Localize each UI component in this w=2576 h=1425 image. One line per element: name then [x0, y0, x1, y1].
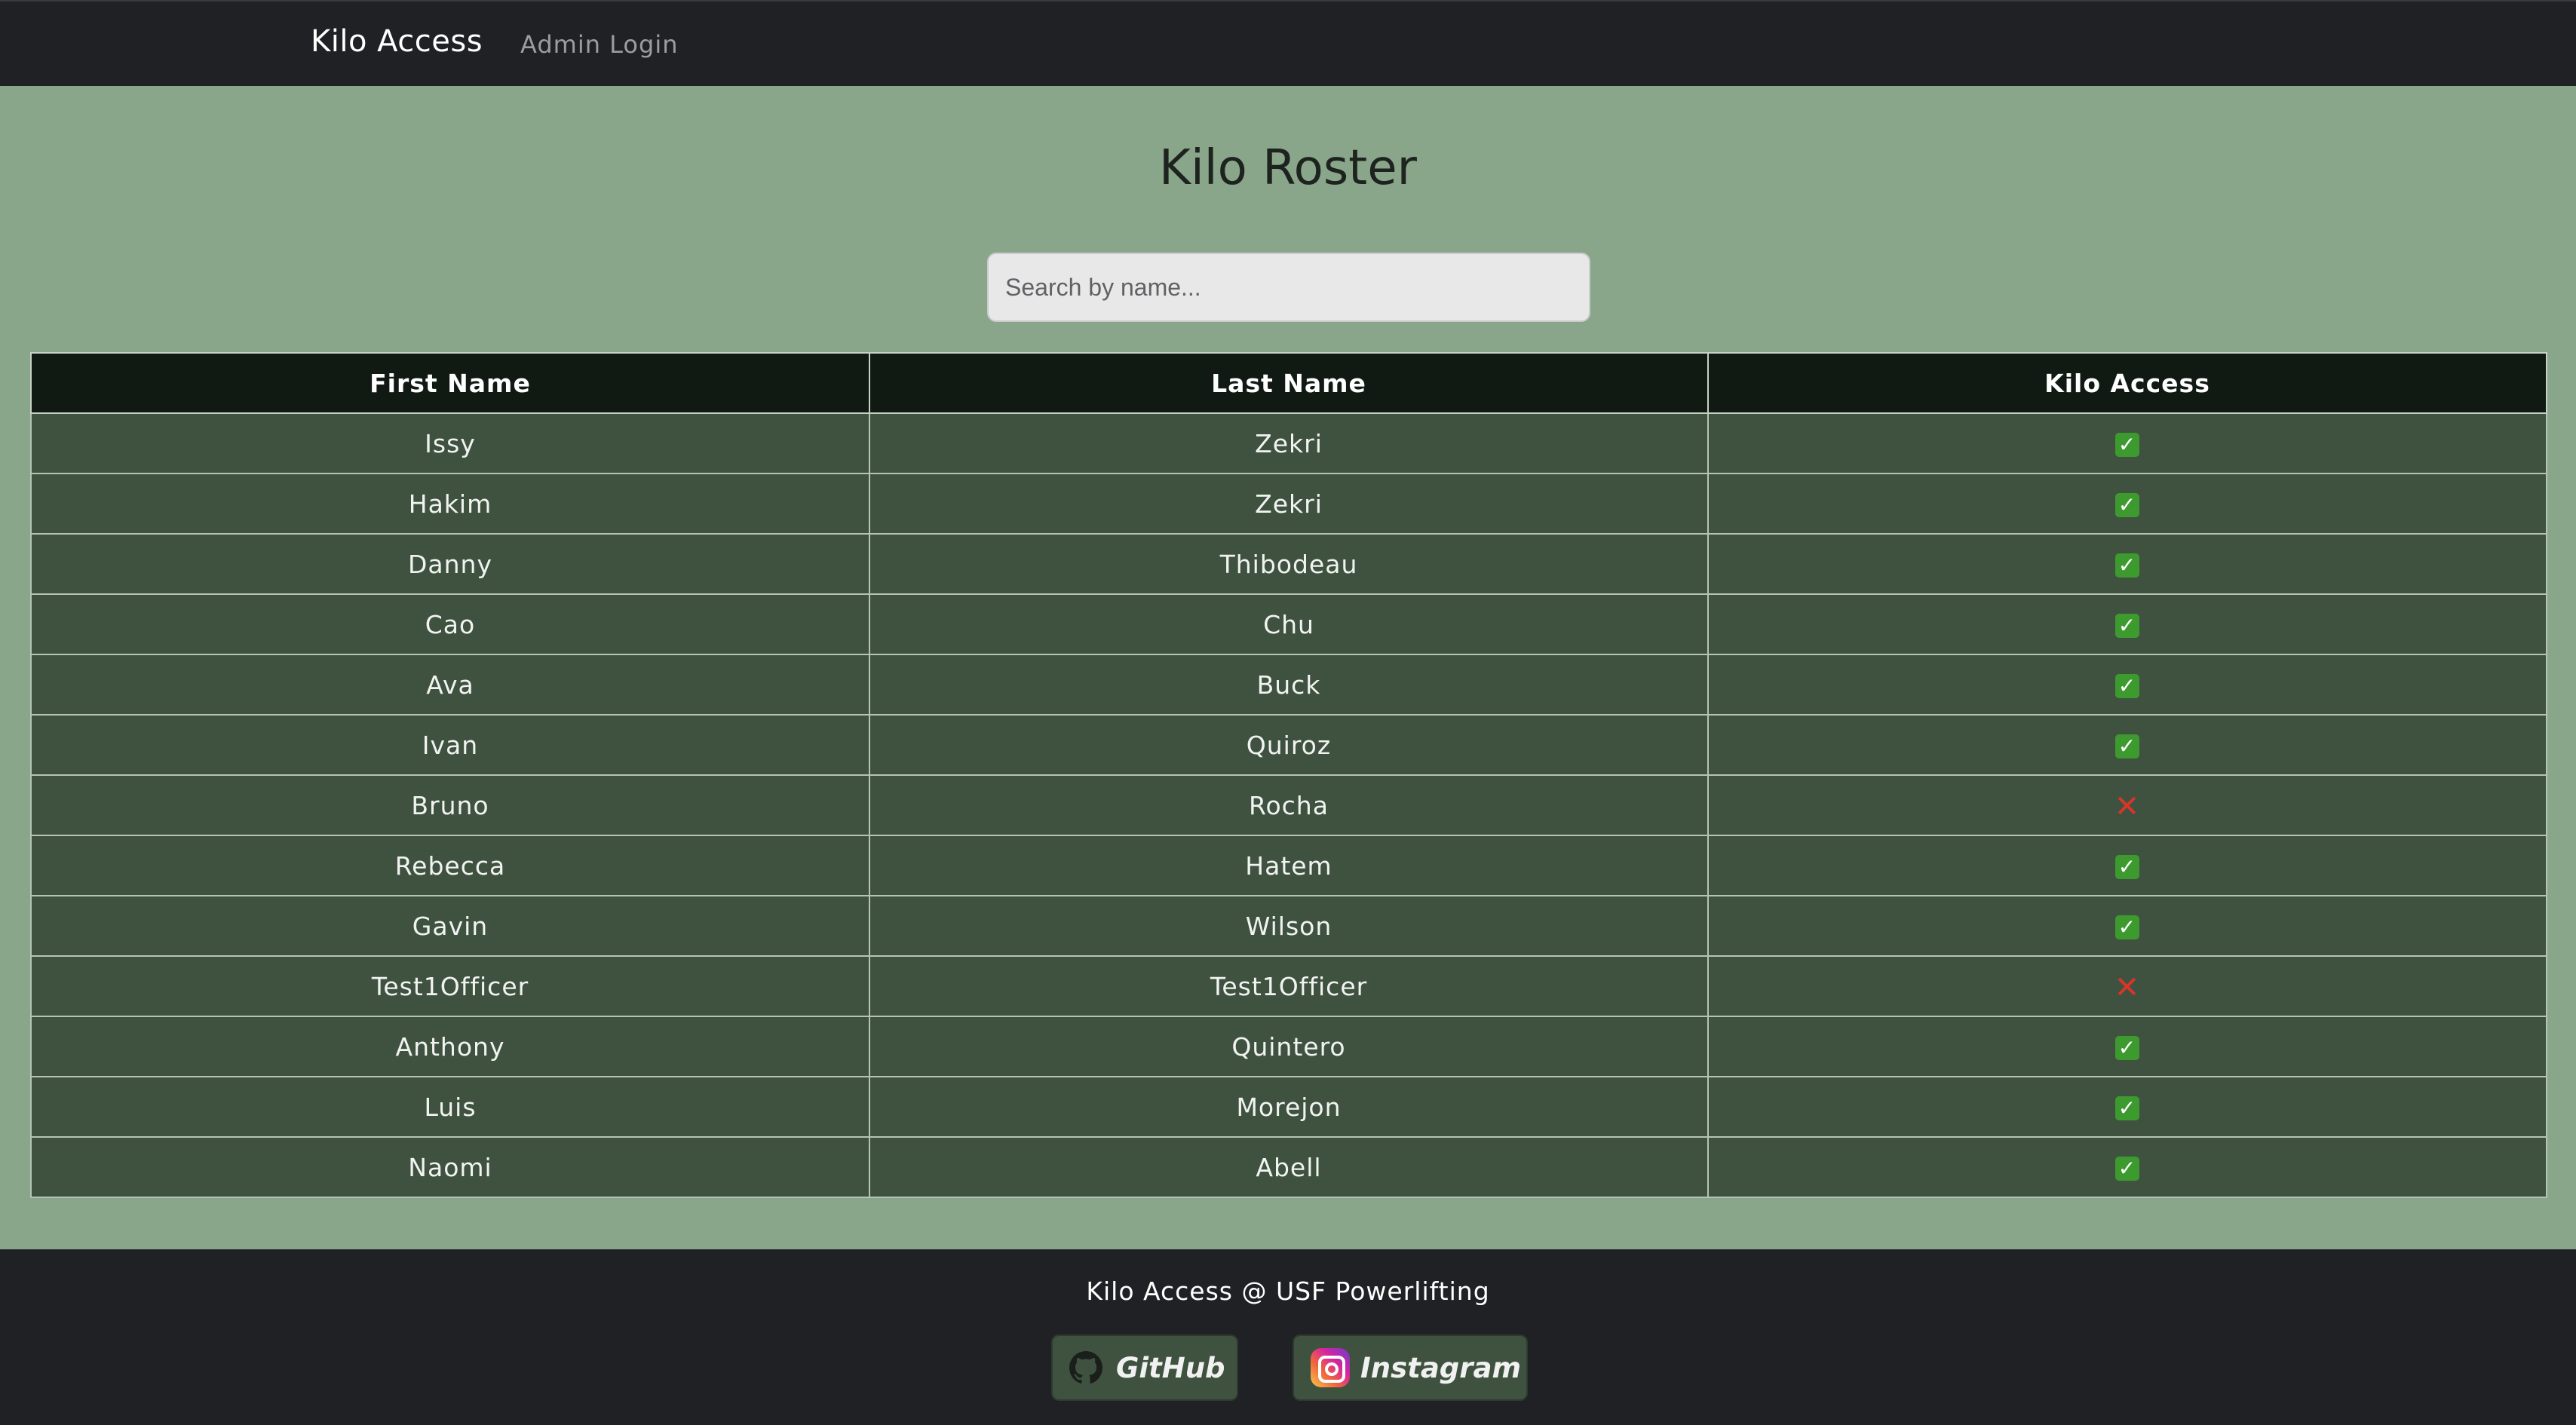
kilo-access-cell: ✓: [1707, 473, 2547, 535]
kilo-access-cell: ✓: [1707, 1016, 2547, 1077]
column-header-first-name[interactable]: First Name: [30, 352, 870, 414]
table-row: Hakim Zekri ✓: [30, 473, 2547, 535]
last-name-cell: Buck: [869, 654, 1709, 716]
table-row: Ava Buck ✓: [30, 654, 2547, 716]
last-name-cell: Test1Officer: [869, 955, 1709, 1017]
table-row: Luis Morejon ✓: [30, 1076, 2547, 1138]
last-name-cell: Morejon: [869, 1076, 1709, 1138]
roster-table-body: Issy Zekri ✓ Hakim Zekri ✓ Danny Thibodeau ✓ Cao C…: [30, 412, 2547, 1198]
first-name-cell: Rebecca: [30, 835, 870, 896]
footer: Kilo Access @ USF Powerlifting GitHub In…: [0, 1249, 2576, 1425]
first-name-cell: Naomi: [30, 1136, 870, 1198]
search-input[interactable]: [987, 253, 1590, 322]
first-name-cell: Danny: [30, 533, 870, 595]
last-name-cell: Zekri: [869, 473, 1709, 535]
table-row: Anthony Quintero ✓: [30, 1016, 2547, 1077]
check-mark-icon: ✓: [2115, 915, 2139, 939]
column-header-last-name[interactable]: Last Name: [869, 352, 1709, 414]
first-name-cell: Ivan: [30, 714, 870, 776]
table-row: Danny Thibodeau ✓: [30, 533, 2547, 595]
first-name-cell: Ava: [30, 654, 870, 716]
table-row: Test1Officer Test1Officer ✕: [30, 955, 2547, 1017]
kilo-access-cell: ✕: [1707, 774, 2547, 836]
admin-login-link[interactable]: Admin Login: [520, 30, 678, 59]
check-mark-icon: ✓: [2115, 1157, 2139, 1181]
last-name-cell: Hatem: [869, 835, 1709, 896]
table-row: Naomi Abell ✓: [30, 1136, 2547, 1198]
check-mark-icon: ✓: [2115, 493, 2139, 517]
github-button[interactable]: GitHub: [1051, 1335, 1238, 1401]
kilo-access-cell: ✓: [1707, 1136, 2547, 1198]
check-mark-icon: ✓: [2115, 1096, 2139, 1120]
check-mark-icon: ✓: [2115, 674, 2139, 698]
first-name-cell: Issy: [30, 412, 870, 474]
first-name-cell: Gavin: [30, 895, 870, 957]
check-mark-icon: ✓: [2115, 855, 2139, 879]
table-row: Cao Chu ✓: [30, 593, 2547, 655]
kilo-access-cell: ✓: [1707, 593, 2547, 655]
table-row: Ivan Quiroz ✓: [30, 714, 2547, 776]
table-row: Rebecca Hatem ✓: [30, 835, 2547, 896]
github-label: GitHub: [1116, 1351, 1225, 1384]
last-name-cell: Rocha: [869, 774, 1709, 836]
navbar: Kilo Access Admin Login: [0, 0, 2576, 86]
brand-link[interactable]: Kilo Access: [311, 24, 483, 59]
table-row: Bruno Rocha ✕: [30, 774, 2547, 836]
last-name-cell: Chu: [869, 593, 1709, 655]
cross-mark-icon: ✕: [2114, 970, 2141, 1005]
kilo-access-cell: ✓: [1707, 533, 2547, 595]
github-icon: [1069, 1351, 1102, 1384]
check-mark-icon: ✓: [2115, 614, 2139, 638]
kilo-access-cell: ✓: [1707, 835, 2547, 896]
last-name-cell: Thibodeau: [869, 533, 1709, 595]
column-header-kilo-access[interactable]: Kilo Access: [1707, 352, 2547, 414]
instagram-label: Instagram: [1360, 1351, 1522, 1384]
instagram-button[interactable]: Instagram: [1293, 1335, 1528, 1401]
page-title: Kilo Roster: [1159, 140, 1417, 196]
kilo-access-cell: ✓: [1707, 412, 2547, 474]
cross-mark-icon: ✕: [2114, 789, 2141, 824]
first-name-cell: Anthony: [30, 1016, 870, 1077]
instagram-icon: [1311, 1348, 1350, 1387]
kilo-access-cell: ✓: [1707, 1076, 2547, 1138]
table-header-row: First Name Last Name Kilo Access: [30, 352, 2547, 414]
table-row: Gavin Wilson ✓: [30, 895, 2547, 957]
first-name-cell: Bruno: [30, 774, 870, 836]
kilo-access-cell: ✕: [1707, 955, 2547, 1017]
first-name-cell: Hakim: [30, 473, 870, 535]
check-mark-icon: ✓: [2115, 734, 2139, 758]
last-name-cell: Quiroz: [869, 714, 1709, 776]
table-row: Issy Zekri ✓: [30, 412, 2547, 474]
last-name-cell: Quintero: [869, 1016, 1709, 1077]
check-mark-icon: ✓: [2115, 433, 2139, 457]
first-name-cell: Cao: [30, 593, 870, 655]
check-mark-icon: ✓: [2115, 1036, 2139, 1060]
last-name-cell: Zekri: [869, 412, 1709, 474]
last-name-cell: Abell: [869, 1136, 1709, 1198]
first-name-cell: Luis: [30, 1076, 870, 1138]
kilo-access-cell: ✓: [1707, 714, 2547, 776]
check-mark-icon: ✓: [2115, 553, 2139, 578]
kilo-access-cell: ✓: [1707, 895, 2547, 957]
footer-text: Kilo Access @ USF Powerlifting: [1086, 1276, 1490, 1306]
last-name-cell: Wilson: [869, 895, 1709, 957]
kilo-access-cell: ✓: [1707, 654, 2547, 716]
first-name-cell: Test1Officer: [30, 955, 870, 1017]
roster-table: First Name Last Name Kilo Access Issy Zek…: [30, 352, 2547, 1198]
